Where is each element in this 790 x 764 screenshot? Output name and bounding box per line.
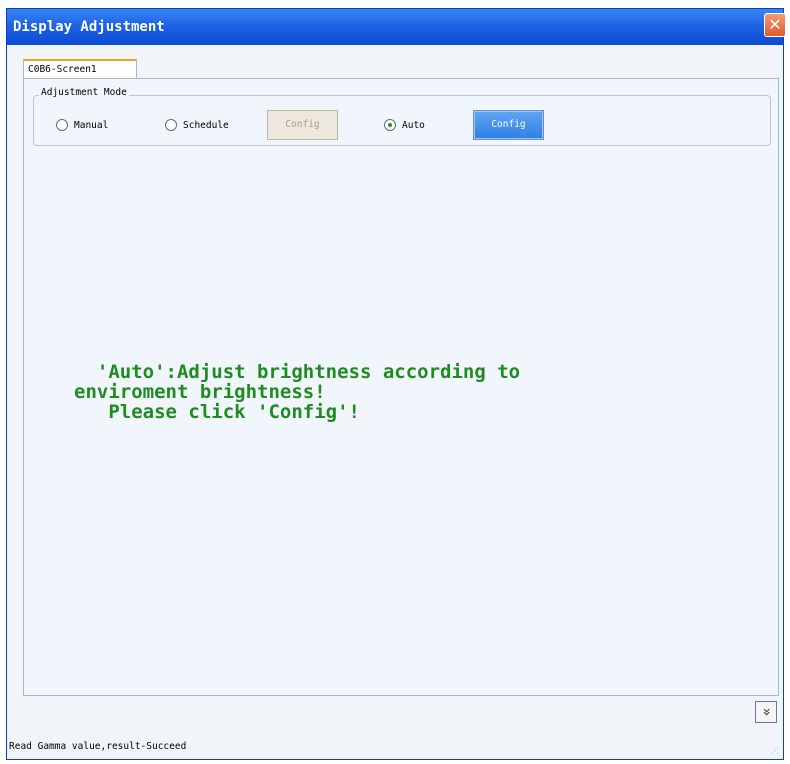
auto-radio-label: Auto xyxy=(402,119,425,131)
schedule-radio[interactable]: Schedule xyxy=(165,117,229,133)
display-adjustment-window: Display Adjustment ✕ C0B6-Screen1 Adjust… xyxy=(6,8,786,760)
manual-radio[interactable]: Manual xyxy=(56,117,108,133)
status-text: Read Gamma value,result-Succeed xyxy=(9,741,187,752)
message-line-2: enviroment brightness! xyxy=(74,381,326,403)
title-bar[interactable]: Display Adjustment ✕ xyxy=(7,9,786,45)
window-title: Display Adjustment xyxy=(13,19,165,35)
schedule-config-button[interactable]: Config xyxy=(267,110,338,140)
double-chevron-down-icon: » xyxy=(757,707,774,717)
adjustment-mode-group: Adjustment Mode Manual Schedule Config A… xyxy=(33,87,771,146)
schedule-radio-label: Schedule xyxy=(183,119,229,131)
message-line-3: Please click 'Config'! xyxy=(74,401,360,423)
close-button[interactable]: ✕ xyxy=(764,13,786,37)
auto-config-label: Config xyxy=(491,119,526,130)
schedule-config-label: Config xyxy=(285,119,320,130)
message-line-1: 'Auto':Adjust brightness according to xyxy=(74,361,521,383)
auto-radio[interactable]: Auto xyxy=(384,117,425,133)
auto-config-button[interactable]: Config xyxy=(473,110,544,140)
expand-button[interactable]: » xyxy=(755,701,777,723)
resize-grip-icon[interactable]: ⋰ xyxy=(771,747,779,755)
tab-panel: Adjustment Mode Manual Schedule Config A… xyxy=(23,78,779,696)
radio-circle-icon xyxy=(165,119,177,131)
status-bar: Read Gamma value,result-Succeed xyxy=(9,741,186,752)
radio-circle-icon xyxy=(56,119,68,131)
radio-selected-icon xyxy=(384,119,396,131)
close-icon: ✕ xyxy=(768,15,782,34)
tab-screen1[interactable]: C0B6-Screen1 xyxy=(23,59,137,79)
auto-mode-message: 'Auto':Adjust brightness according to env… xyxy=(74,362,520,422)
manual-radio-label: Manual xyxy=(74,119,109,131)
tab-label: C0B6-Screen1 xyxy=(28,64,97,75)
adjustment-mode-legend: Adjustment Mode xyxy=(39,87,129,98)
